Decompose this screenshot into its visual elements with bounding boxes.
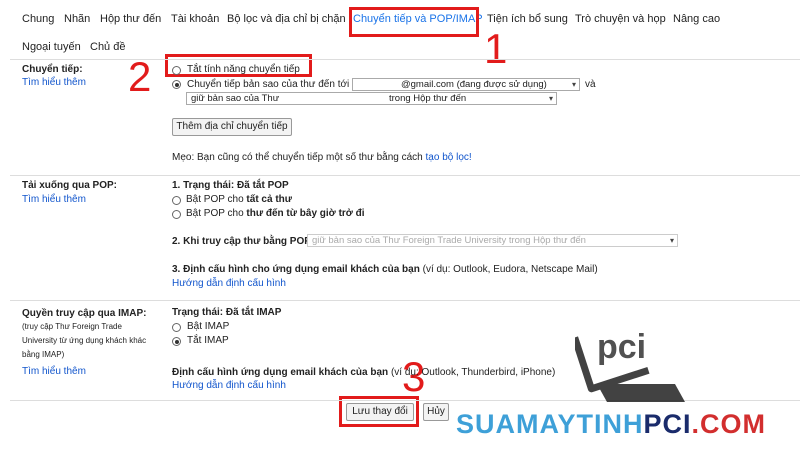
pop-access-select[interactable]: giữ bản sao của Thư Foreign Trade Univer…	[307, 234, 678, 247]
watermark-text: SUAMAYTINHPCI.COM	[456, 409, 766, 440]
imap-desc-line: bằng IMAP)	[22, 350, 65, 359]
forwarding-disable-radio[interactable]	[172, 66, 181, 75]
imap-off-radio[interactable]	[172, 337, 181, 346]
tab-themes[interactable]: Chủ đề	[90, 41, 125, 53]
imap-config: Định cấu hình ứng dụng email khách của b…	[172, 367, 555, 378]
imap-desc-line: University từ ứng dụng khách khác	[22, 336, 147, 345]
pop-now-bold: thư đến từ bây giờ trở đi	[246, 208, 365, 219]
imap-on-label: Bật IMAP	[187, 321, 230, 332]
forwarding-tip: Mẹo: Bạn cũng có thể chuyển tiếp một số …	[172, 152, 472, 163]
pop-config-note: (ví dụ: Outlook, Eudora, Netscape Mail)	[422, 264, 598, 275]
imap-description: (truy cập Thư Foreign Trade University t…	[22, 320, 146, 362]
add-forwarding-address-button[interactable]: Thêm địa chỉ chuyển tiếp	[172, 118, 292, 136]
divider	[10, 300, 800, 301]
forwarding-tip-text: Mẹo: Bạn cũng có thể chuyển tiếp một số …	[172, 152, 423, 163]
tab-accounts[interactable]: Tài khoản	[171, 13, 219, 25]
pop-now-prefix: Bật POP cho	[186, 208, 244, 219]
annotation-number-2: 2	[128, 53, 152, 100]
tab-chat-meet[interactable]: Trò chuyện và họp	[575, 13, 666, 25]
pop-config-instructions-link[interactable]: Hướng dẫn định cấu hình	[172, 278, 286, 289]
pop-config: 3. Định cấu hình cho ứng dụng email khác…	[172, 264, 598, 275]
save-changes-button[interactable]: Lưu thay đổi	[346, 403, 414, 421]
tab-labels[interactable]: Nhãn	[64, 13, 90, 25]
pop-now-radio[interactable]	[172, 210, 181, 219]
watermark-part-3: .COM	[691, 409, 767, 439]
pop-all-radio[interactable]	[172, 196, 181, 205]
pop-access-value: giữ bản sao của Thư Foreign Trade Univer…	[312, 235, 586, 246]
pci-laptop-logo-icon: pci	[575, 328, 685, 402]
cancel-button[interactable]: Hủy	[423, 403, 449, 421]
forwarding-learn-more-link[interactable]: Tìm hiểu thêm	[22, 77, 86, 88]
chevron-down-icon: ▾	[669, 236, 674, 245]
chevron-down-icon: ▾	[548, 94, 553, 103]
tab-filters[interactable]: Bộ lọc và địa chỉ bị chặn	[227, 13, 346, 25]
tab-advanced[interactable]: Nâng cao	[673, 13, 720, 25]
watermark-part-2: PCI	[643, 409, 692, 439]
forwarding-enable-radio[interactable]	[172, 80, 181, 89]
create-filter-link[interactable]: tạo bộ lọc!	[426, 152, 472, 163]
imap-learn-more-link[interactable]: Tìm hiểu thêm	[22, 366, 86, 377]
tab-offline[interactable]: Ngoại tuyến	[22, 41, 81, 53]
pop-access-label: 2. Khi truy cập thư bằng POP	[172, 236, 311, 247]
forwarding-title: Chuyển tiếp:	[22, 64, 83, 75]
imap-status: Trạng thái: Đã tắt IMAP	[172, 307, 282, 318]
forwarding-action-select[interactable]: giữ bản sao của Thư trong Hộp thư đến ▾	[186, 92, 557, 105]
forwarding-action-value-right: trong Hộp thư đến	[389, 93, 467, 104]
forwarding-action-value-left: giữ bản sao của Thư	[191, 93, 280, 104]
forwarding-address-value: @gmail.com (đang được sử dụng)	[401, 79, 547, 90]
pop-title: Tải xuống qua POP:	[22, 180, 118, 191]
imap-desc-line: (truy cập Thư Foreign Trade	[22, 322, 122, 331]
forwarding-disable-label: Tắt tính năng chuyển tiếp	[187, 64, 300, 75]
forwarding-address-select[interactable]: @gmail.com (đang được sử dụng) ▾	[352, 78, 580, 91]
divider	[10, 175, 800, 176]
pop-all-label: Bật POP cho tất cả thư	[186, 194, 292, 205]
imap-title: Quyền truy cập qua IMAP:	[22, 308, 147, 319]
logo-text: pci	[597, 328, 646, 366]
and-label: và	[585, 79, 596, 90]
pop-all-prefix: Bật POP cho	[186, 194, 244, 205]
tab-inbox[interactable]: Hộp thư đến	[100, 13, 161, 25]
pop-all-bold: tất cả thư	[246, 194, 293, 205]
annotation-number-1: 1	[484, 25, 508, 72]
watermark-part-1: SUAMAYTINH	[456, 409, 644, 439]
imap-on-radio[interactable]	[172, 323, 181, 332]
pop-learn-more-link[interactable]: Tìm hiểu thêm	[22, 194, 86, 205]
tab-general[interactable]: Chung	[22, 13, 54, 25]
chevron-down-icon: ▾	[571, 80, 576, 89]
imap-config-note: (ví dụ: Outlook, Thunderbird, iPhone)	[390, 367, 556, 378]
highlight-box-tab	[349, 7, 479, 37]
pop-config-label: 3. Định cấu hình cho ứng dụng email khác…	[172, 264, 420, 275]
pop-status: 1. Trạng thái: Đã tắt POP	[172, 180, 289, 191]
forwarding-enable-label: Chuyển tiếp bản sao của thư đến tới	[187, 79, 350, 90]
imap-config-instructions-link[interactable]: Hướng dẫn định cấu hình	[172, 380, 286, 391]
divider	[10, 59, 800, 60]
pop-now-label: Bật POP cho thư đến từ bây giờ trở đi	[186, 208, 365, 219]
imap-config-label: Định cấu hình ứng dụng email khách của b…	[172, 367, 389, 378]
tab-addons[interactable]: Tiện ích bổ sung	[487, 13, 568, 25]
imap-off-label: Tắt IMAP	[187, 335, 229, 346]
